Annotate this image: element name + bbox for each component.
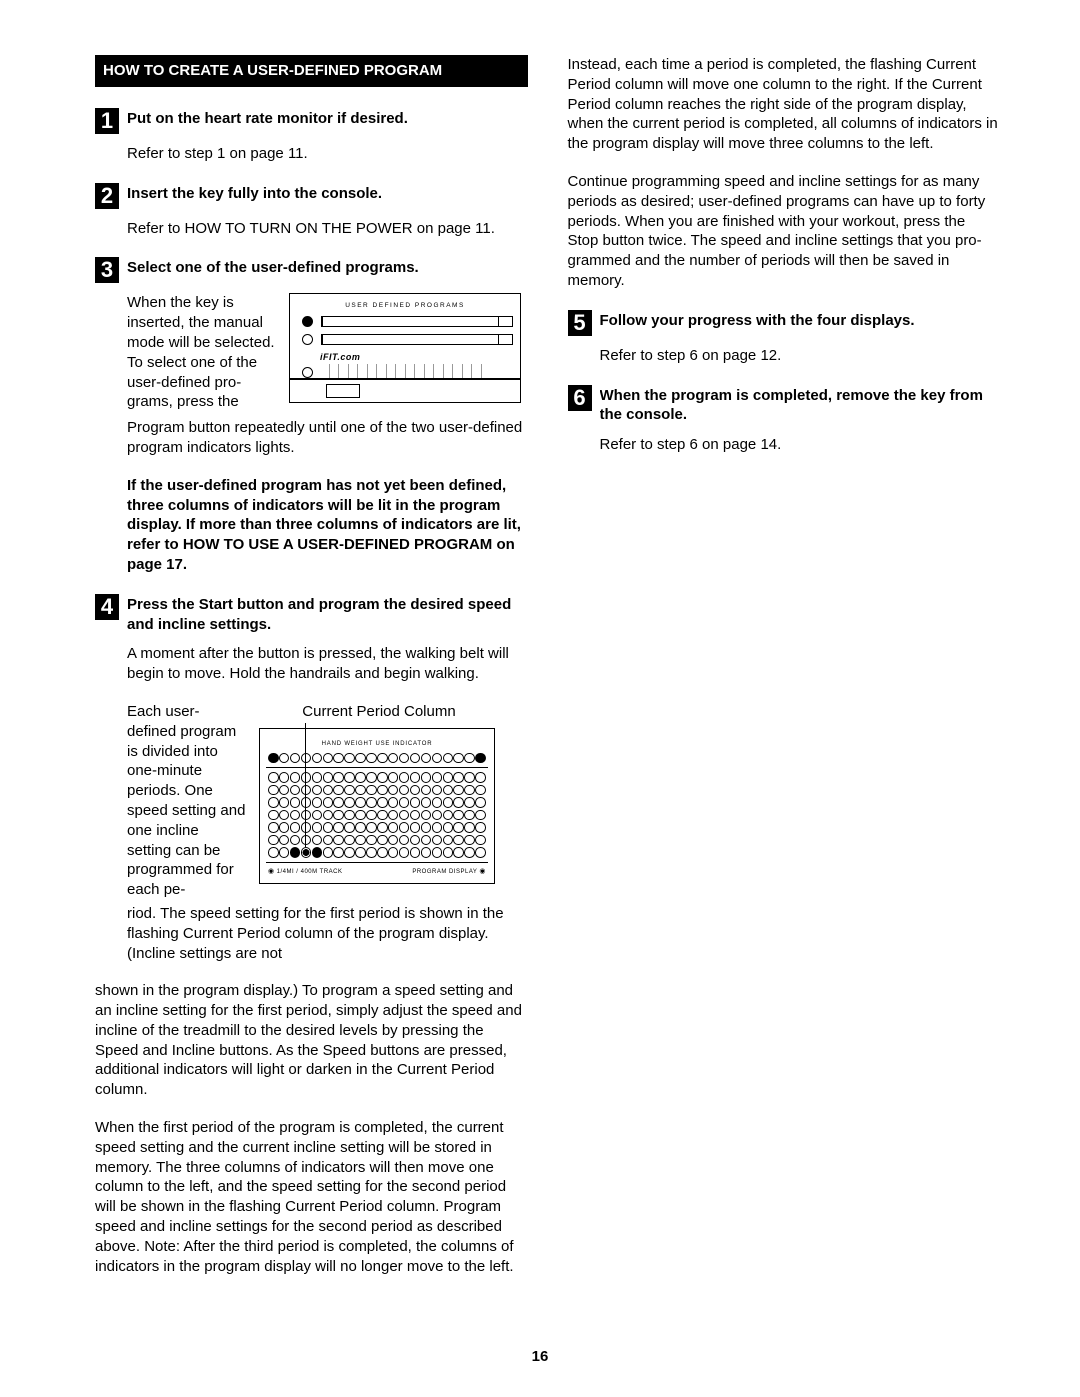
step-3: 3 Select one of the user-defined program… [95, 256, 528, 283]
step-title-6: When the program is completed, remove th… [600, 384, 1001, 426]
step-title-1: Put on the heart rate monitor if desired… [127, 107, 528, 129]
indicator-row [268, 797, 486, 808]
fig2-caption: Current Period Column [259, 702, 499, 722]
step-4-p1: A moment after the button is pressed, th… [127, 644, 528, 684]
step-4: 4 Press the Start button and program the… [95, 593, 528, 635]
step-number-5: 5 [568, 310, 592, 336]
segment-band [320, 364, 490, 378]
step-title-3: Select one of the user-defined programs. [127, 256, 528, 278]
step-3-after: Program button repeatedly until one of t… [127, 418, 528, 458]
step-4-p2: riod. The speed setting for the first pe… [127, 904, 528, 963]
program-display-figure-outer: Current Period Column HAND WEIGHT USE IN… [259, 702, 499, 884]
fig-bottom-cell [326, 384, 360, 398]
fig2-top-label: HAND WEIGHT USE INDICATOR [266, 741, 488, 749]
step-1: 1 Put on the heart rate monitor if desir… [95, 107, 528, 164]
step-title-4: Press the Start button and program the d… [127, 593, 528, 635]
step-2: 2 Insert the key fully into the console.… [95, 182, 528, 239]
step-body-5: Refer to step 6 on page 12. [600, 346, 1001, 366]
step-3-side-text: When the key is inserted, the manual mod… [127, 293, 277, 412]
step-number-6: 6 [568, 385, 592, 411]
program-bar [321, 334, 513, 345]
section-heading: HOW TO CREATE A USER-DEFINED PROGRAM [95, 55, 528, 87]
ifit-logo: iFIT.com [320, 352, 360, 364]
program-display-figure: HAND WEIGHT USE INDICATOR 1/4MI / 400M T… [259, 728, 495, 884]
manual-page: HOW TO CREATE A USER-DEFINED PROGRAM 1 P… [0, 0, 1080, 1397]
step-number-2: 2 [95, 183, 119, 209]
step-5: 5 Follow your progress with the four dis… [568, 309, 1001, 366]
step-body-6: Refer to step 6 on page 14. [600, 435, 1001, 455]
step-6: 6 When the program is completed, remove … [568, 384, 1001, 455]
indicator-row [268, 810, 486, 821]
fig2-footer-left: 1/4MI / 400M TRACK [266, 867, 343, 877]
indicator-row [268, 772, 486, 783]
step-number-4: 4 [95, 594, 119, 620]
step-3-bold-note: If the user-defined program has not yet … [127, 476, 528, 575]
indicator-row [268, 785, 486, 796]
fig1-label: USER DEFINED PROGRAMS [290, 302, 520, 311]
fig-baseline [290, 378, 520, 380]
indicator-row [268, 822, 486, 833]
page-number: 16 [0, 1347, 1080, 1367]
step-4-side-text: Each user-defined program is divided int… [127, 702, 247, 900]
indicator-dot [302, 367, 313, 378]
program-bar [321, 316, 513, 327]
step-title-2: Insert the key fully into the console. [127, 182, 528, 204]
user-defined-programs-figure: USER DEFINED PROGRAMS iFIT.com [289, 293, 521, 403]
step-3-figure-wrap: When the key is inserted, the manual mod… [127, 293, 528, 412]
step-body-2: Refer to HOW TO TURN ON THE POWER on pag… [127, 219, 528, 239]
step-4-p3: shown in the program display.) To progra… [95, 981, 528, 1100]
indicator-row [268, 835, 486, 846]
current-period-pointer [305, 723, 306, 847]
indicator-row [268, 847, 486, 858]
step-number-3: 3 [95, 257, 119, 283]
indicator-dot [302, 334, 313, 345]
step-title-5: Follow your progress with the four displ… [600, 309, 1001, 331]
step-4-p5: Continue programming speed and incline s… [568, 172, 1001, 291]
indicator-dot [302, 316, 313, 327]
step-body-1: Refer to step 1 on page 11. [127, 144, 528, 164]
indicator-row [268, 753, 486, 764]
fig2-footer-right: PROGRAM DISPLAY [412, 867, 488, 877]
step-4-figure-wrap: Each user-defined program is divided int… [127, 702, 528, 900]
step-number-1: 1 [95, 108, 119, 134]
